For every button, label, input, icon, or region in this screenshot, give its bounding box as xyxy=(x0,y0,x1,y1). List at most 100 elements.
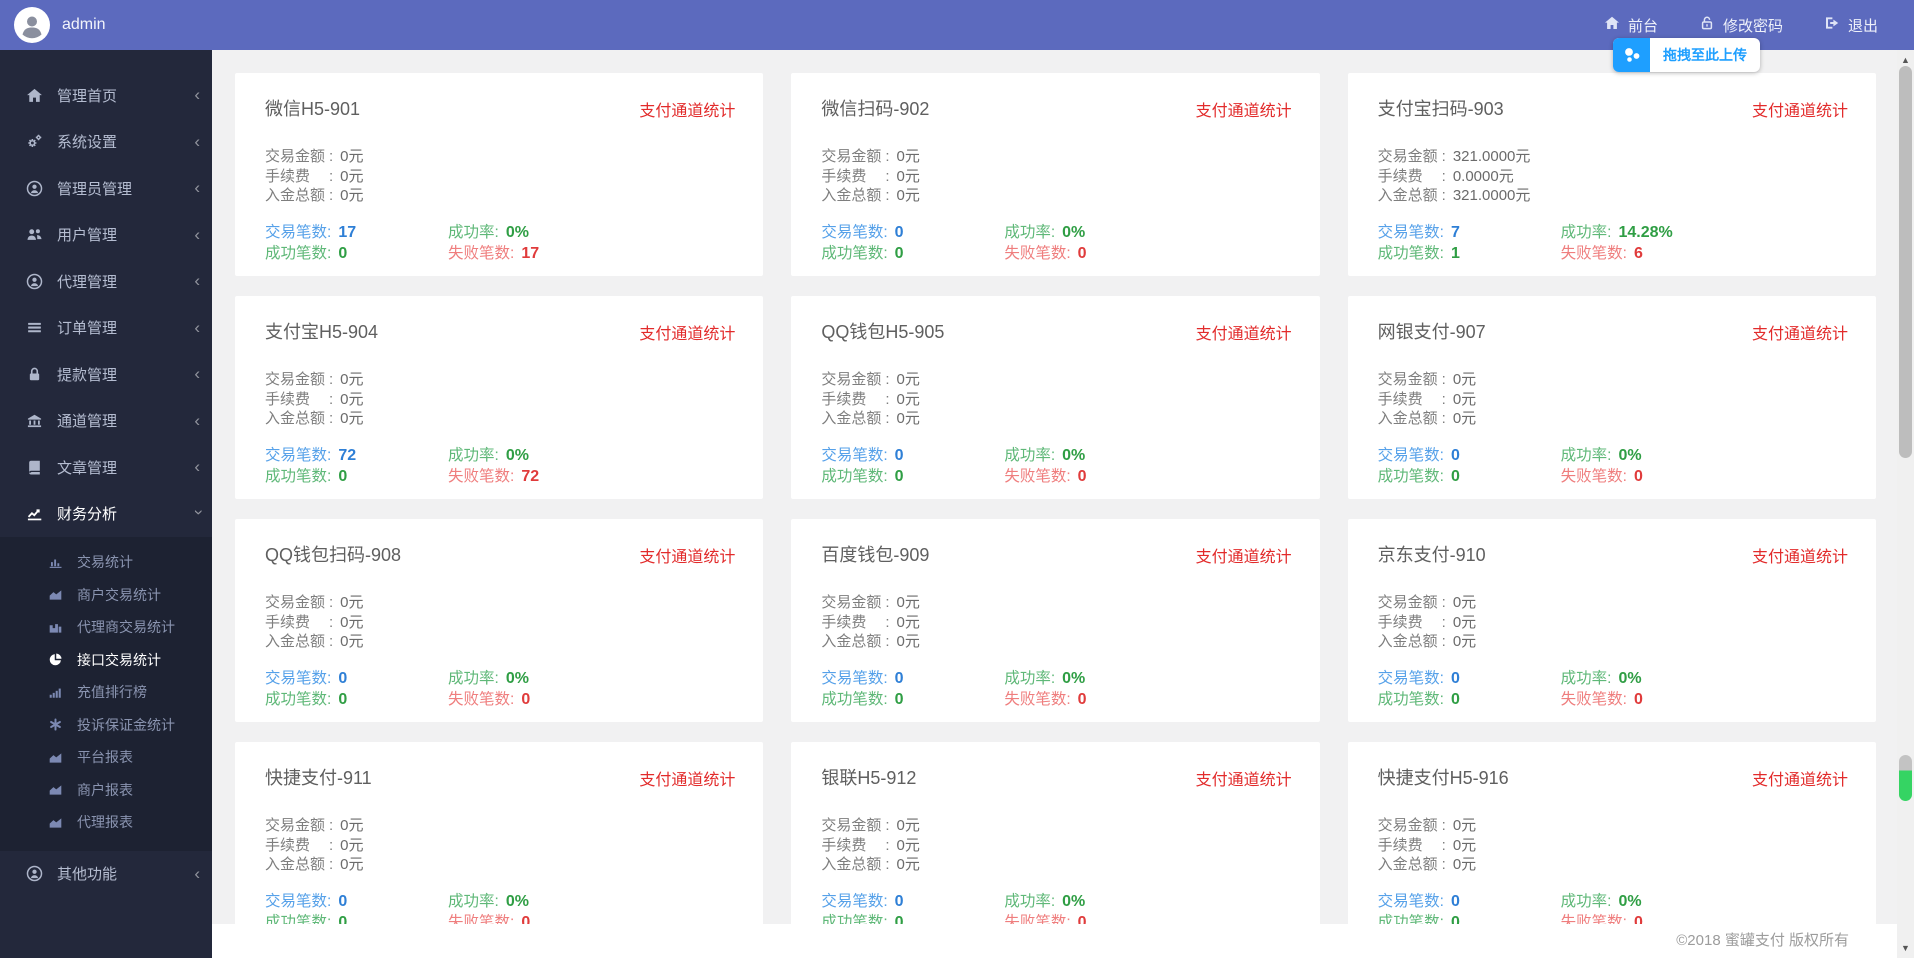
sidebar-item-withdraw-manage[interactable]: 提款管理 ‹ xyxy=(0,351,212,398)
channel-stats-link[interactable]: 支付通道统计 xyxy=(639,97,735,121)
channel-metrics: 交易金额:0元 手续费:0元 入金总额:0元 xyxy=(1378,370,1848,429)
submenu-item-trade-stats[interactable]: 交易统计 xyxy=(0,546,212,579)
sidebar-item-agent-manage[interactable]: 代理管理 ‹ xyxy=(0,258,212,305)
channel-stats-link[interactable]: 支付通道统计 xyxy=(1752,320,1848,344)
stat-label: 成功率: xyxy=(448,223,499,241)
stat-tx: 交易笔数: 7 xyxy=(1378,220,1561,241)
scrollbar-green-thumb[interactable] xyxy=(1899,755,1912,801)
upload-label: 拖拽至此上传 xyxy=(1663,47,1747,63)
stat-value: 0 xyxy=(1633,690,1643,708)
metric-label: 交易金额 xyxy=(821,148,882,165)
nav-link-change-password[interactable]: 修改密码 xyxy=(1699,15,1783,36)
pie-chart-icon xyxy=(48,652,63,667)
nav-link-frontend[interactable]: 前台 xyxy=(1604,15,1658,36)
metric-value: 0元 xyxy=(896,148,920,165)
sidebar-item-admin-manage[interactable]: 管理员管理 ‹ xyxy=(0,165,212,212)
channel-stats-link[interactable]: 支付通道统计 xyxy=(1752,766,1848,790)
sidebar-item-article-manage[interactable]: 文章管理 ‹ xyxy=(0,444,212,491)
submenu-item-label: 接口交易统计 xyxy=(77,651,161,668)
nav-link-label: 前台 xyxy=(1627,17,1658,35)
stat-rate: 成功率: 14.28% xyxy=(1561,220,1848,241)
stat-label: 成功率: xyxy=(1560,669,1612,687)
stat-fail: 失败笔数: 6 xyxy=(1561,241,1848,262)
metric-label: 手续费 xyxy=(821,836,867,854)
submenu-item-agent-trade-stats[interactable]: 代理商交易统计 xyxy=(0,611,212,644)
channel-stats: 交易笔数: 0 成功率: 0% 成功笔数: 0 失败笔数: 0 xyxy=(821,443,1291,485)
channel-stats-link[interactable]: 支付通道统计 xyxy=(1752,543,1848,567)
channel-metrics: 交易金额:0元 手续费:0元 入金总额:0元 xyxy=(265,147,735,206)
metric-label: 入金总额 xyxy=(265,633,326,650)
metric-fee: 手续费:0元 xyxy=(265,167,735,187)
metric-label: 手续费 xyxy=(265,613,311,631)
stat-label: 失败笔数: xyxy=(448,244,515,262)
stat-value: 0 xyxy=(894,223,904,241)
channel-stats-link[interactable]: 支付通道统计 xyxy=(639,543,735,567)
metric-label: 交易金额 xyxy=(265,817,326,834)
metric-colon: : xyxy=(1441,148,1446,165)
stat-value: 0 xyxy=(894,467,904,485)
submenu-item-complaint-deposit[interactable]: 投诉保证金统计 xyxy=(0,709,212,742)
metric-colon: : xyxy=(1441,856,1446,873)
submenu-item-recharge-rank[interactable]: 充值排行榜 xyxy=(0,676,212,709)
sidebar-item-user-manage[interactable]: 用户管理 ‹ xyxy=(0,212,212,259)
metric-label: 手续费 xyxy=(1377,613,1423,631)
nav-link-label: 退出 xyxy=(1847,17,1878,35)
scrollbar-thumb[interactable] xyxy=(1899,66,1912,458)
sidebar-item-order-manage[interactable]: 订单管理 ‹ xyxy=(0,305,212,352)
metric-colon: : xyxy=(329,187,334,204)
channel-metrics: 交易金额:0元 手续费:0元 入金总额:0元 xyxy=(1378,593,1848,652)
chevron-left-icon: ‹ xyxy=(194,131,200,151)
stat-fail: 失败笔数: 0 xyxy=(1004,687,1291,708)
channel-stats-link[interactable]: 支付通道统计 xyxy=(1196,320,1292,344)
channel-stats-link[interactable]: 支付通道统计 xyxy=(1196,543,1292,567)
stat-value: 0 xyxy=(894,690,904,708)
channel-stats-link[interactable]: 支付通道统计 xyxy=(639,766,735,790)
stat-label: 失败笔数: xyxy=(1004,690,1071,708)
stat-tx: 交易笔数: 0 xyxy=(821,443,1004,464)
metric-colon: : xyxy=(885,148,890,165)
avatar[interactable] xyxy=(14,7,50,43)
scroll-up-arrow-icon[interactable]: ▲ xyxy=(1897,53,1914,67)
channel-stats-link[interactable]: 支付通道统计 xyxy=(639,320,735,344)
metric-amount: 交易金额:0元 xyxy=(265,593,735,613)
stat-label: 成功率: xyxy=(1004,892,1056,910)
submenu-item-api-trade-stats[interactable]: 接口交易统计 xyxy=(0,644,212,677)
drag-upload-button[interactable]: 拖拽至此上传 xyxy=(1613,38,1760,72)
submenu-item-merchant-report[interactable]: 商户报表 xyxy=(0,774,212,807)
channel-stats-link[interactable]: 支付通道统计 xyxy=(1196,766,1292,790)
submenu-item-merchant-trade-stats[interactable]: 商户交易统计 xyxy=(0,579,212,612)
sidebar-item-label: 文章管理 xyxy=(57,459,118,477)
sidebar-item-system-setting[interactable]: 系统设置 ‹ xyxy=(0,119,212,166)
channel-stats: 交易笔数: 72 成功率: 0% 成功笔数: 0 失败笔数: 72 xyxy=(265,443,735,485)
sidebar-item-channel-manage[interactable]: 通道管理 ‹ xyxy=(0,398,212,445)
channel-card: 网银支付-907 支付通道统计 交易金额:0元 手续费:0元 入金总额:0元 交易笔数: 0… xyxy=(1347,296,1876,499)
sidebar-item-admin-home[interactable]: 管理首页 ‹ xyxy=(0,72,212,119)
submenu-item-label: 代理商交易统计 xyxy=(77,619,175,636)
metric-value: 0元 xyxy=(1452,390,1477,408)
channel-stats-link[interactable]: 支付通道统计 xyxy=(1752,97,1848,121)
metric-colon: : xyxy=(885,633,890,650)
stat-label: 成功率: xyxy=(448,446,499,464)
submenu-item-platform-report[interactable]: 平台报表 xyxy=(0,741,212,774)
channel-card: 银联H5-912 支付通道统计 交易金额:0元 手续费:0元 入金总额:0元 交易笔数: 0… xyxy=(791,742,1320,945)
main-scrollbar[interactable]: ▲ ▼ xyxy=(1897,50,1914,958)
metric-colon: : xyxy=(329,167,334,185)
stat-label: 成功笔数: xyxy=(821,690,888,708)
channel-stats-link[interactable]: 支付通道统计 xyxy=(1196,97,1292,121)
stat-value: 0 xyxy=(894,892,904,910)
nav-link-logout[interactable]: 退出 xyxy=(1824,15,1878,36)
padlock-icon xyxy=(26,366,43,383)
stat-label: 交易笔数: xyxy=(1377,446,1444,464)
channel-card: 微信H5-901 支付通道统计 交易金额:0元 手续费:0元 入金总额:0元 交易笔数: 1… xyxy=(235,73,764,276)
metric-colon: : xyxy=(885,594,890,611)
sidebar-item-finance-analysis[interactable]: 财务分析 ‹ xyxy=(0,491,212,538)
metric-label: 手续费 xyxy=(265,167,311,185)
scroll-down-arrow-icon[interactable]: ▼ xyxy=(1897,941,1914,955)
metric-label: 入金总额 xyxy=(265,187,326,204)
channel-metrics: 交易金额:0元 手续费:0元 入金总额:0元 xyxy=(821,593,1291,652)
submenu-item-agent-report[interactable]: 代理报表 xyxy=(0,806,212,839)
channel-card: 支付宝扫码-903 支付通道统计 交易金额:321.0000元 手续费:0.0000元… xyxy=(1347,73,1876,276)
sidebar-item-other-functions[interactable]: 其他功能 ‹ xyxy=(0,851,212,898)
metric-label: 手续费 xyxy=(1377,390,1423,408)
metric-colon: : xyxy=(885,187,890,204)
